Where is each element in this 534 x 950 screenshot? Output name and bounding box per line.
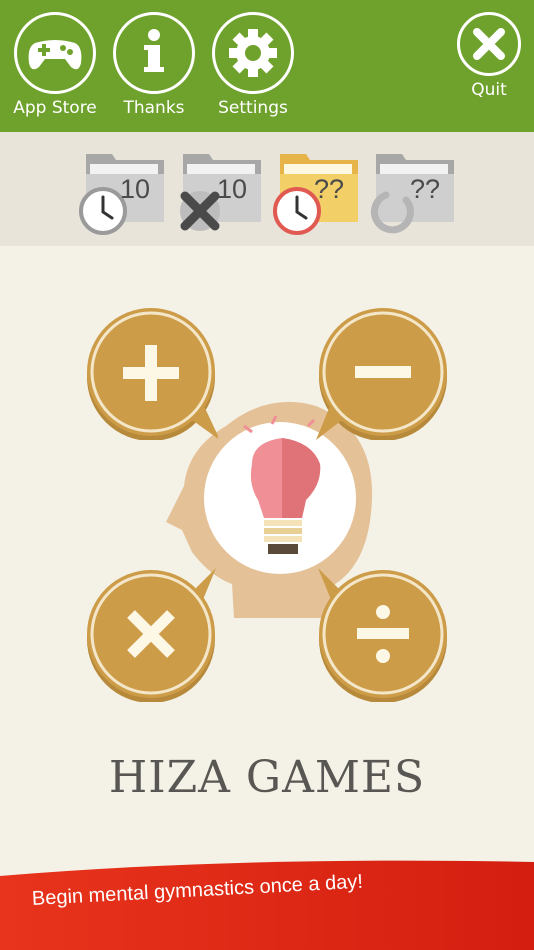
app-store-label: App Store — [13, 98, 97, 118]
mode-selector-bar: 10 10 ?? ?? — [0, 132, 534, 246]
quit-button[interactable]: Quit — [456, 12, 522, 100]
mode-value: 10 — [120, 174, 151, 204]
thanks-label: Thanks — [123, 98, 185, 118]
quit-label: Quit — [471, 80, 507, 100]
mode-folder-time-unknown[interactable]: ?? — [273, 148, 360, 236]
plus-button[interactable] — [84, 306, 218, 440]
top-toolbar: App Store Thanks Settings Quit — [0, 0, 534, 132]
minus-button[interactable] — [316, 306, 450, 440]
settings-label: Settings — [218, 98, 288, 118]
gamepad-icon — [14, 12, 96, 94]
mode-folder-no-mistake[interactable]: 10 — [179, 148, 263, 236]
minus-icon — [355, 366, 411, 378]
app-store-button[interactable]: App Store — [11, 12, 99, 118]
mode-folder-time-attack[interactable]: 10 — [79, 148, 166, 236]
mode-value: ?? — [410, 174, 441, 204]
mode-value: ?? — [314, 174, 345, 204]
info-icon — [113, 12, 195, 94]
close-icon — [457, 12, 521, 76]
thanks-button[interactable]: Thanks — [110, 12, 198, 118]
multiply-button[interactable] — [84, 568, 218, 702]
mode-value: 10 — [217, 174, 248, 204]
divide-button[interactable] — [316, 568, 450, 702]
gear-icon — [212, 12, 294, 94]
mode-folder-endless[interactable]: ?? — [370, 148, 456, 236]
brand-logo-text: HIZA GAMES — [108, 752, 426, 803]
settings-button[interactable]: Settings — [209, 12, 297, 118]
